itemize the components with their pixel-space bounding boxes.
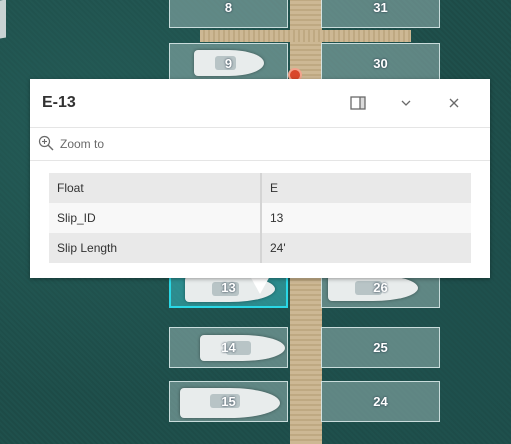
slip-number: 25 [373,340,388,355]
table-row: Slip Length 24' [49,233,471,263]
slip-15[interactable]: 15 [169,381,288,422]
slip-8[interactable]: 8 [169,0,288,28]
slip-9[interactable]: 9 [169,43,288,84]
slip-24[interactable]: 24 [321,381,440,422]
zoom-to-action[interactable]: Zoom to [30,128,490,161]
slip-number: 30 [373,56,388,71]
feature-popup: E-13 Zoom to Float E Slip_ID 13 Slip Len… [30,79,490,278]
zoom-to-label: Zoom to [60,137,105,151]
attribute-table: Float E Slip_ID 13 Slip Length 24' [49,173,471,263]
field-label: Slip Length [49,233,262,263]
slip-number: 24 [373,394,388,409]
field-value: 24' [261,233,471,263]
cross-dock [200,30,411,42]
slip-25[interactable]: 25 [321,327,440,368]
slip-number: 15 [221,394,236,409]
field-label: Float [49,173,262,203]
slip-number: 13 [221,280,236,295]
popup-content: Float E Slip_ID 13 Slip Length 24' [30,161,490,275]
slip-number: 9 [224,56,233,71]
table-row: Slip_ID 13 [49,203,471,233]
table-row: Float E [49,173,471,203]
dock-panel-icon[interactable] [334,79,382,127]
chevron-down-icon[interactable] [382,79,430,127]
slip-number: 31 [373,0,388,15]
field-value: E [261,173,471,203]
slip-number: 26 [373,280,388,295]
slip-31[interactable]: 31 [321,0,440,28]
slip-number: 8 [224,0,233,15]
popup-pointer [250,276,270,294]
boat [200,335,285,361]
zoom-in-icon [38,135,54,154]
shoreline [0,0,6,39]
slip-14[interactable]: 14 [169,327,288,368]
close-icon[interactable] [430,79,478,127]
slip-30[interactable]: 30 [321,43,440,84]
popup-title: E-13 [42,94,76,111]
popup-header: E-13 [30,79,490,128]
field-label: Slip_ID [49,203,262,233]
field-value: 13 [261,203,471,233]
slip-number: 14 [221,340,236,355]
